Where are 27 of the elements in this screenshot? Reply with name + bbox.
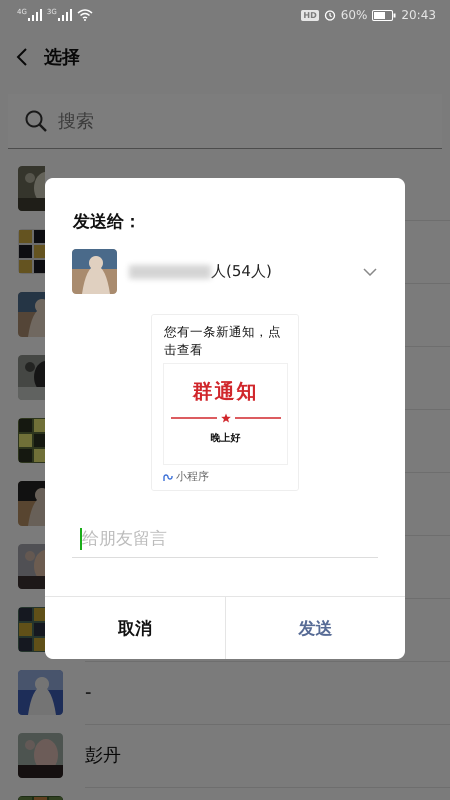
recipient-name: 人(54人) [211, 262, 273, 281]
wifi-icon [76, 9, 93, 21]
dialog-title: 发送给： [73, 211, 142, 233]
cover-heading: 群通知 [192, 378, 258, 405]
chevron-down-icon[interactable] [363, 268, 377, 276]
source-label: 小程序 [176, 469, 209, 484]
back-button[interactable] [16, 47, 28, 67]
signal-icon [58, 9, 72, 21]
clock-time: 20:43 [401, 8, 436, 22]
contact-name: - [85, 682, 92, 702]
send-button[interactable]: 发送 [224, 597, 405, 659]
card-title: 您有一条新通知，点击查看 [164, 323, 282, 359]
mini-program-card[interactable]: 您有一条新通知，点击查看 群通知 晚上好 小程序 [151, 314, 299, 491]
cover-greeting: 晚上好 [210, 432, 240, 445]
cancel-button[interactable]: 取消 [45, 597, 224, 659]
battery-icon [372, 10, 396, 20]
battery-percent: 60% [340, 8, 368, 22]
page-title: 选择 [44, 46, 80, 69]
star-divider-icon [170, 413, 280, 423]
signal-icon [28, 9, 42, 21]
text-cursor [80, 528, 82, 550]
hd-badge: HD [301, 10, 319, 20]
search-icon [24, 109, 48, 133]
contact-name: 彭丹 [85, 744, 121, 767]
link-icon [163, 472, 173, 482]
alarm-icon [324, 9, 336, 21]
message-field[interactable]: 给朋友留言 [72, 521, 378, 558]
